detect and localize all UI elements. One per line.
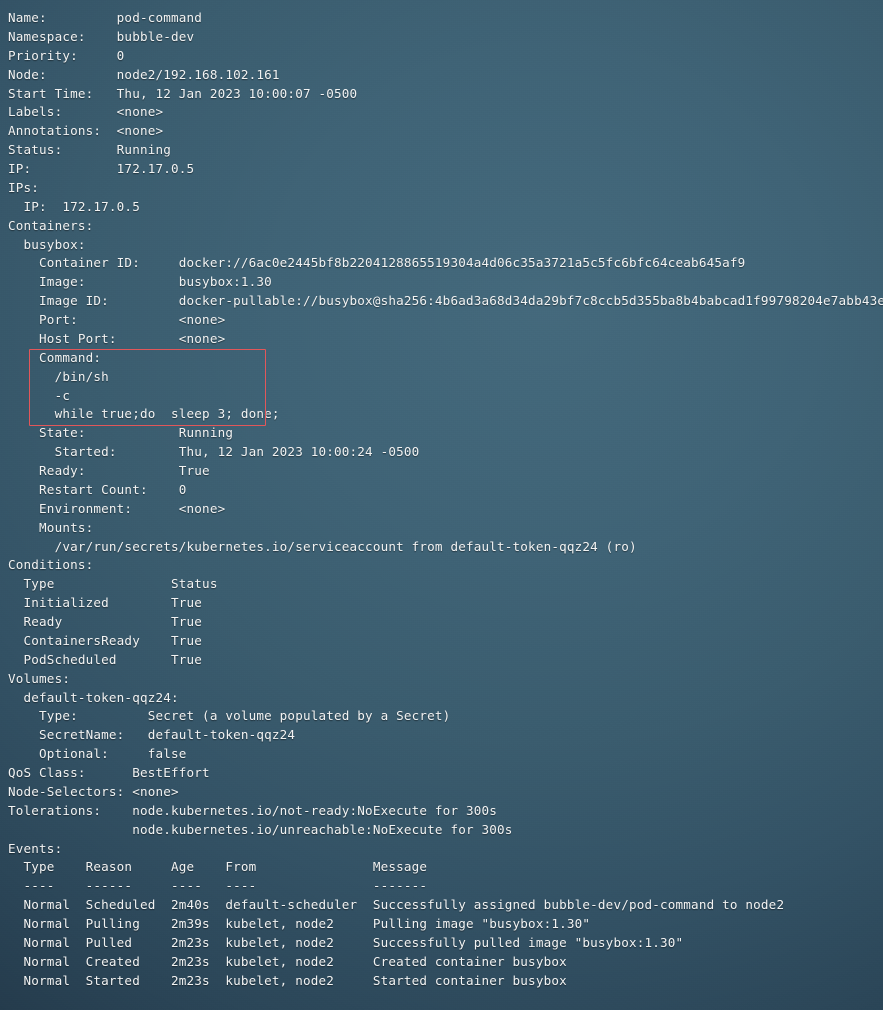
- terminal-screen[interactable]: Name: pod-command Namespace: bubble-dev …: [0, 0, 883, 991]
- kubectl-describe-pod-output: Name: pod-command Namespace: bubble-dev …: [8, 10, 883, 988]
- terminal-window: Name: pod-command Namespace: bubble-dev …: [0, 0, 883, 1010]
